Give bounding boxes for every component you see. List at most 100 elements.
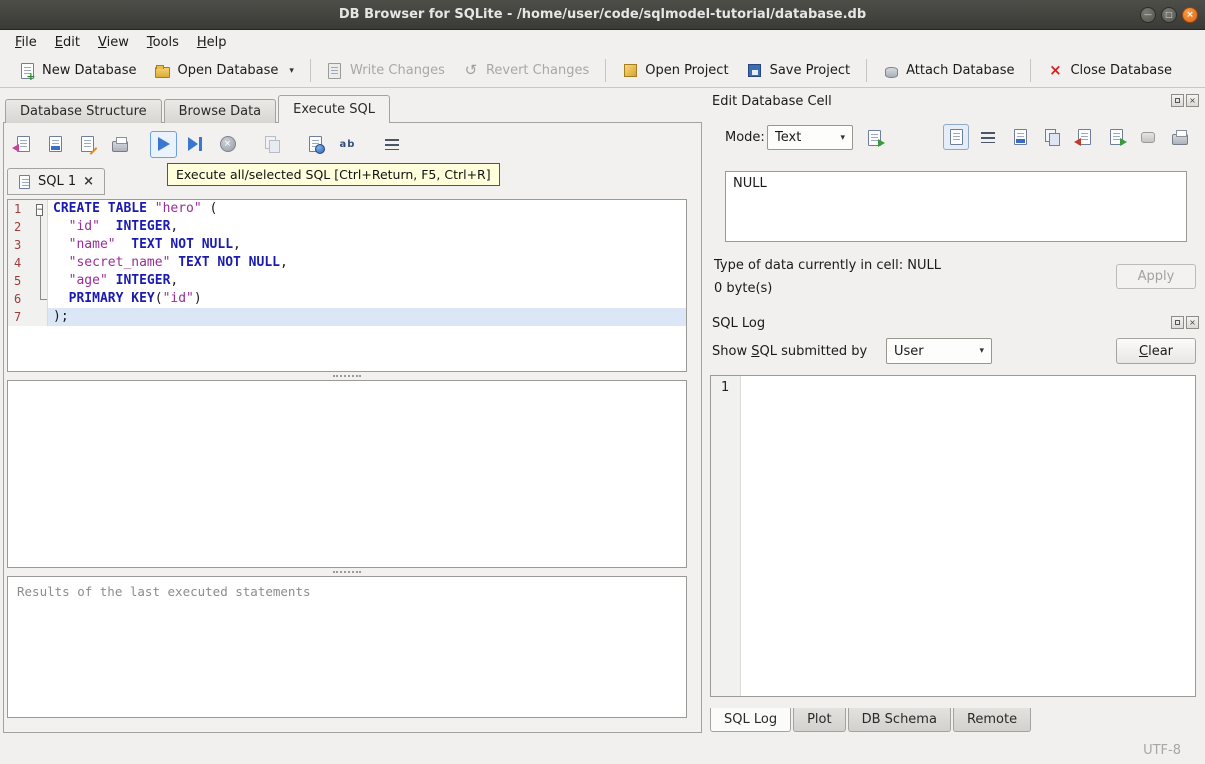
execute-all-button[interactable] <box>150 130 177 158</box>
import-file-button[interactable] <box>1071 124 1097 150</box>
toolbar-separator <box>1030 59 1032 82</box>
open-file-button[interactable] <box>1007 124 1033 150</box>
chevron-down-icon: ▾ <box>979 346 984 356</box>
editor-line: 2 "id" INTEGER, <box>8 218 686 236</box>
dock-close-icon[interactable]: × <box>1186 316 1199 329</box>
menu-tools[interactable]: Tools <box>138 32 188 53</box>
edit-cell-dock-buttons: × <box>1171 94 1199 107</box>
save-sql-file-button[interactable] <box>42 131 69 158</box>
clear-log-button[interactable]: Clear <box>1116 338 1196 364</box>
dock-close-icon[interactable]: × <box>1186 94 1199 107</box>
new-database-button[interactable]: New Database <box>10 59 146 83</box>
splitter-handle[interactable] <box>7 568 687 576</box>
execute-current-line-button[interactable] <box>182 131 209 158</box>
toolbar-separator <box>605 59 607 82</box>
dock-tab-remote[interactable]: Remote <box>952 708 1032 732</box>
minimize-icon[interactable]: — <box>1140 7 1156 23</box>
status-bar: UTF-8 <box>0 737 1205 764</box>
import-file-icon <box>1073 129 1092 146</box>
write-changes-icon <box>327 62 343 79</box>
menu-edit[interactable]: Edit <box>46 32 89 53</box>
chevron-down-icon: ▾ <box>840 132 845 143</box>
open-project-button[interactable]: Open Project <box>613 59 737 83</box>
export-file-icon <box>1108 129 1127 146</box>
print-sql-button[interactable] <box>106 131 133 158</box>
line-number: 2 <box>8 218 34 236</box>
open-project-icon <box>622 63 638 79</box>
export-results-button[interactable] <box>302 131 329 158</box>
chevron-down-icon[interactable]: ▾ <box>289 66 294 76</box>
results-message: Results of the last executed statements <box>7 576 687 718</box>
copy-cell-button[interactable] <box>1039 124 1065 150</box>
set-null-button[interactable] <box>1135 124 1161 150</box>
attach-database-icon <box>883 63 899 79</box>
right-pane: Edit Database Cell × Mode: Text ▾ NULL T… <box>705 88 1205 737</box>
dock-tab-bar: SQL Log Plot DB Schema Remote <box>710 708 1033 732</box>
import-data-icon <box>867 129 885 147</box>
align-lines-icon <box>980 129 996 145</box>
sql-log-list[interactable]: 1 <box>710 375 1196 697</box>
save-project-button[interactable]: Save Project <box>738 59 860 83</box>
format-sql-button[interactable] <box>378 131 405 158</box>
attach-database-button[interactable]: Attach Database <box>874 59 1023 83</box>
menu-help[interactable]: Help <box>188 32 236 53</box>
open-file-icon <box>1012 129 1028 145</box>
main-toolbar: New Database Open Database ▾ Write Chang… <box>0 54 1205 88</box>
editor-line: 3 "name" TEXT NOT NULL, <box>8 236 686 254</box>
window-controls: — □ × <box>1140 7 1198 23</box>
open-database-icon <box>155 63 171 79</box>
save-sql-file-as-button[interactable] <box>74 131 101 158</box>
text-mode-toggle-button[interactable] <box>943 124 969 150</box>
sql-editor[interactable]: 1 − CREATE TABLE "hero" ( 2 "id" INTEGER… <box>7 199 687 372</box>
close-tab-icon[interactable]: × <box>83 175 94 188</box>
database-export-icon <box>308 136 325 154</box>
close-database-icon: × <box>1049 61 1062 79</box>
import-cell-data-button[interactable] <box>861 124 888 151</box>
export-file-button[interactable] <box>1103 124 1129 150</box>
sql-file-icon <box>18 174 31 190</box>
cell-editor-toolbar <box>943 124 1193 150</box>
splitter-handle[interactable] <box>7 372 687 380</box>
print-cell-button[interactable] <box>1167 124 1193 150</box>
new-database-icon <box>19 62 36 83</box>
open-sql-file-button[interactable] <box>10 131 37 158</box>
editor-line-current: 7 ); <box>8 308 686 326</box>
stop-execution-button: × <box>214 131 241 158</box>
main-tab-bar: Database Structure Browse Data Execute S… <box>5 95 392 123</box>
word-wrap-button[interactable] <box>975 124 1001 150</box>
maximize-icon[interactable]: □ <box>1161 7 1177 23</box>
text-document-icon <box>948 129 964 145</box>
menu-file[interactable]: File <box>6 32 46 53</box>
tab-execute-sql[interactable]: Execute SQL <box>278 95 391 123</box>
close-database-button[interactable]: × Close Database <box>1038 59 1181 83</box>
dock-float-icon[interactable] <box>1171 94 1184 107</box>
save-project-icon <box>747 63 763 79</box>
sql-editor-tab[interactable]: SQL 1 × <box>7 168 106 195</box>
open-database-button[interactable]: Open Database ▾ <box>146 59 303 83</box>
log-filter-select[interactable]: User ▾ <box>886 338 992 364</box>
menu-view[interactable]: View <box>89 32 138 53</box>
log-line-number: 1 <box>711 376 741 696</box>
close-icon[interactable]: × <box>1182 7 1198 23</box>
line-number: 6 <box>8 290 34 308</box>
fold-marker[interactable]: − <box>34 200 48 218</box>
tab-database-structure[interactable]: Database Structure <box>5 99 162 123</box>
dock-tab-sql-log[interactable]: SQL Log <box>710 708 792 732</box>
dock-tab-db-schema[interactable]: DB Schema <box>847 708 951 732</box>
toolbar-separator <box>309 59 311 82</box>
editor-line: 4 "secret_name" TEXT NOT NULL, <box>8 254 686 272</box>
edit-cell-title: Edit Database Cell <box>712 94 832 109</box>
cell-type-info: Type of data currently in cell: NULL <box>714 258 941 273</box>
dock-tab-plot[interactable]: Plot <box>793 708 846 732</box>
sql-tab-bar: SQL 1 × <box>7 168 106 195</box>
dock-float-icon[interactable] <box>1171 316 1184 329</box>
format-lines-icon <box>384 136 400 152</box>
cell-value-editor[interactable]: NULL <box>725 171 1187 242</box>
save-sql-file-as-icon <box>80 136 96 152</box>
mode-label: Mode: <box>725 130 765 145</box>
mode-select[interactable]: Text ▾ <box>767 125 853 150</box>
find-replace-button[interactable] <box>334 131 361 158</box>
apply-button: Apply <box>1116 264 1196 289</box>
copy-results-button <box>258 131 285 158</box>
tab-browse-data[interactable]: Browse Data <box>163 99 277 123</box>
